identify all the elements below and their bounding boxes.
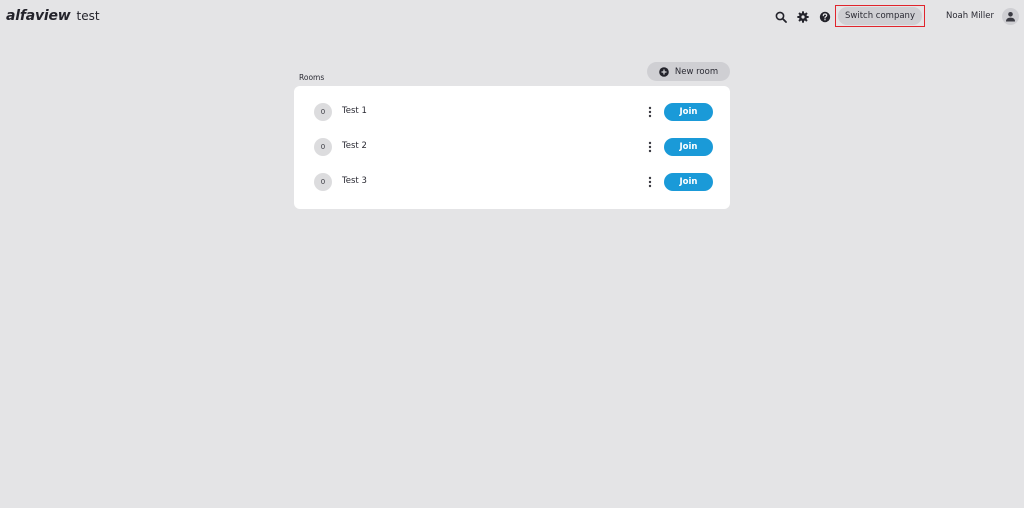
participant-count-badge: 0 [314,138,332,156]
participant-count-badge: 0 [314,173,332,191]
more-options-icon[interactable] [645,105,655,119]
top-bar: alfaview test Switch company Noah Miller [0,0,1024,34]
avatar[interactable] [1002,8,1019,25]
participant-count-badge: 0 [314,103,332,121]
alfaview-logo: alfaview [6,8,71,24]
join-button[interactable]: Join [664,173,713,191]
room-row: 0 Test 1 Join [294,100,730,124]
rooms-list: 0 Test 1 Join 0 Test 2 Join 0 Test 3 Joi… [294,86,730,209]
more-options-icon[interactable] [645,140,655,154]
rooms-section-label: Rooms [299,73,325,82]
room-name: Test 3 [342,176,367,186]
new-room-label: New room [674,66,719,77]
plus-circle-icon [659,66,669,77]
user-name[interactable]: Noah Miller [946,11,994,21]
join-button[interactable]: Join [664,103,713,121]
help-icon[interactable] [817,9,833,25]
switch-company-button[interactable]: Switch company [838,7,922,25]
room-row: 0 Test 3 Join [294,170,730,194]
room-name: Test 2 [342,141,367,151]
gear-icon[interactable] [795,9,811,25]
more-options-icon[interactable] [645,175,655,189]
company-name: test [76,9,100,23]
new-room-button[interactable]: New room [647,62,730,81]
join-button[interactable]: Join [664,138,713,156]
search-icon[interactable] [773,9,789,25]
room-row: 0 Test 2 Join [294,135,730,159]
brand: alfaview test [6,8,100,24]
user-icon [1006,12,1015,22]
room-name: Test 1 [342,106,367,116]
